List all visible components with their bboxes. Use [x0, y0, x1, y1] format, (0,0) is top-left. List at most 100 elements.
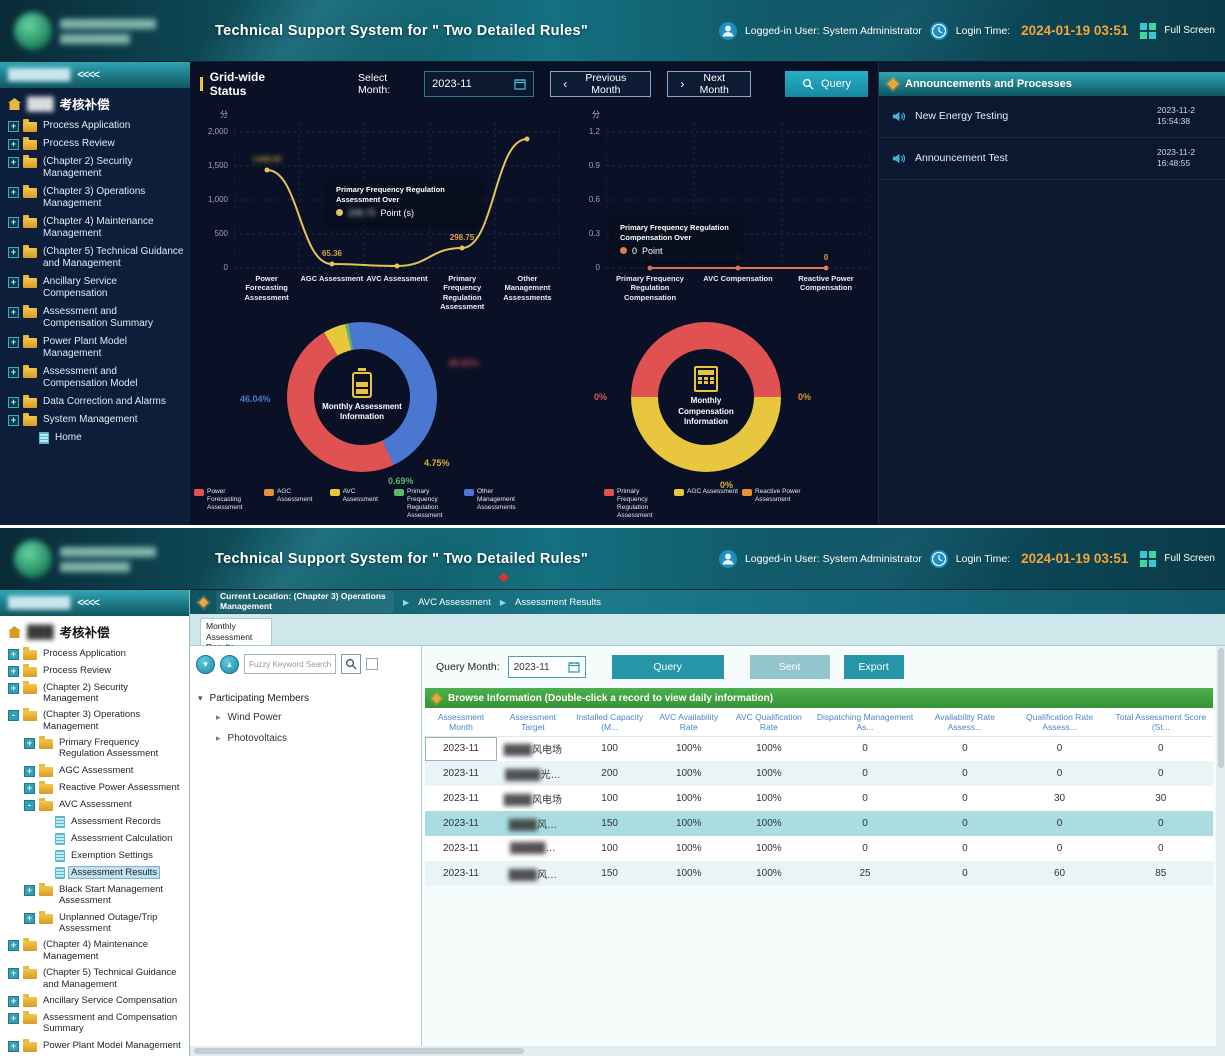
query-button[interactable]: Query: [785, 71, 868, 97]
expand-toggle-icon[interactable]: +: [8, 415, 19, 426]
next-month-button[interactable]: › Next Month: [667, 71, 751, 97]
tree-item[interactable]: + (Chapter 3) Operations Management: [0, 183, 190, 213]
tree-item[interactable]: + Assessment and Compensation Summary: [0, 303, 190, 333]
tree-item[interactable]: + Assessment and Compensation Model: [0, 363, 190, 393]
legend-item[interactable]: Other Management Assessments: [464, 488, 530, 512]
table-row[interactable]: 2023-11 ████风… 150 100% 100% 25 0 60: [425, 861, 1213, 886]
tree-item[interactable]: + Power Plant Model Management: [0, 333, 190, 363]
tree-item[interactable]: Home: [0, 429, 190, 447]
breadcrumb-avc-assessment[interactable]: AVC Assessment: [418, 597, 491, 608]
tree-item[interactable]: + (Chapter 4) Maintenance Management: [0, 213, 190, 243]
tree-item[interactable]: + Process Review: [0, 135, 190, 153]
tree-item[interactable]: + (Chapter 2) Security Management: [0, 679, 189, 707]
expand-toggle-icon[interactable]: +: [8, 139, 19, 150]
announcement-item[interactable]: New Energy Testing 2023-11-2 15:54:38: [879, 96, 1225, 138]
expand-toggle-icon[interactable]: -: [8, 710, 19, 721]
legend-item[interactable]: Power Forecasting Assessment: [194, 488, 260, 512]
tree-item[interactable]: + (Chapter 2) Security Management: [0, 153, 190, 183]
fullscreen-icon[interactable]: [1139, 22, 1157, 40]
legend-item[interactable]: AGC Assessment: [674, 488, 738, 496]
tree-item[interactable]: + Black Start Management Assessment: [0, 881, 189, 909]
expand-toggle-icon[interactable]: +: [8, 367, 19, 378]
members-tree-item[interactable]: ▸ Wind Power: [196, 707, 415, 728]
expand-toggle-icon[interactable]: +: [8, 337, 19, 348]
collapse-all-button[interactable]: ▾: [196, 655, 215, 674]
expand-toggle-icon[interactable]: +: [8, 1013, 19, 1024]
tree-item[interactable]: Exemption Settings: [0, 847, 189, 864]
collapse-arrows-icon[interactable]: <<<<: [77, 597, 99, 609]
tree-item[interactable]: + (Chapter 4) Maintenance Management: [0, 937, 189, 965]
legend-item[interactable]: AVC Assessment: [330, 488, 390, 504]
table-row[interactable]: 2023-11 ████风电场 100 100% 100% 0 0 30: [425, 786, 1213, 811]
search-button[interactable]: [341, 654, 361, 674]
expand-all-button[interactable]: ▴: [220, 655, 239, 674]
tree-item[interactable]: + Data Correction and Alarms: [0, 393, 190, 411]
fullscreen-label[interactable]: Full Screen: [1164, 553, 1215, 564]
tree-item[interactable]: Assessment Records: [0, 813, 189, 830]
collapse-arrows-icon[interactable]: <<<<: [77, 69, 99, 81]
table-row[interactable]: 2023-11 ████风… 150 100% 100% 0 0 0: [425, 811, 1213, 836]
legend-item[interactable]: Primary Frequency Regulation Assessment: [604, 488, 670, 521]
tree-item[interactable]: + Process Review: [0, 662, 189, 679]
previous-month-button[interactable]: ‹ Previous Month: [550, 71, 651, 97]
legend-item[interactable]: Primary Frequency Regulation Assessment: [394, 488, 460, 521]
expand-toggle-icon[interactable]: +: [8, 666, 19, 677]
expand-toggle-icon[interactable]: +: [8, 940, 19, 951]
expand-toggle-icon[interactable]: +: [8, 996, 19, 1007]
expand-toggle-icon[interactable]: +: [8, 307, 19, 318]
expand-toggle-icon[interactable]: -: [24, 800, 35, 811]
tree-item[interactable]: + System Management: [0, 411, 190, 429]
tree-item[interactable]: - AVC Assessment: [0, 796, 189, 813]
tree-item[interactable]: + Ancillary Service Compensation: [0, 273, 190, 303]
tree-item[interactable]: + Unplanned Outage/Trip Assessment: [0, 909, 189, 937]
legend-item[interactable]: AGC Assessment: [264, 488, 326, 504]
query-month-picker[interactable]: 2023-11: [508, 656, 586, 678]
expand-toggle-icon[interactable]: +: [8, 121, 19, 132]
expand-toggle-icon[interactable]: +: [24, 766, 35, 777]
month-picker[interactable]: 2023-11: [424, 71, 534, 97]
tree-item[interactable]: + Ancillary Service Compensation: [0, 992, 189, 1009]
table-row[interactable]: 2023-11 ████风电场 100 100% 100% 0 0 0: [425, 736, 1213, 761]
legend-item[interactable]: Reactive Power Assessment: [742, 488, 808, 504]
members-tree-root[interactable]: ▾ Participating Members: [196, 690, 415, 707]
expand-toggle-icon[interactable]: +: [24, 913, 35, 924]
expand-toggle-icon[interactable]: +: [24, 738, 35, 749]
horizontal-scrollbar[interactable]: [190, 1046, 1225, 1056]
breadcrumb-assessment-results[interactable]: Assessment Results: [515, 597, 601, 608]
sidebar-root-item[interactable]: ███ 考核补偿: [0, 88, 190, 117]
expand-toggle-icon[interactable]: +: [24, 885, 35, 896]
expand-toggle-icon[interactable]: +: [8, 397, 19, 408]
tree-item[interactable]: + Power Plant Model Management: [0, 1037, 189, 1054]
tree-item[interactable]: + AGC Assessment: [0, 762, 189, 779]
fuzzy-search-input[interactable]: [244, 654, 336, 674]
table-row[interactable]: 2023-11 █████… 100 100% 100% 0 0 0: [425, 836, 1213, 861]
members-tree-item[interactable]: ▸ Photovoltaics: [196, 728, 415, 749]
table-row[interactable]: 2023-11 █████光… 200 100% 100% 0 0 0: [425, 761, 1213, 786]
tree-item[interactable]: + Reactive Power Assessment: [0, 779, 189, 796]
tree-item[interactable]: + (Chapter 5) Technical Guidance and Man…: [0, 243, 190, 273]
tree-item[interactable]: + Process Application: [0, 645, 189, 662]
expand-toggle-icon[interactable]: +: [8, 217, 19, 228]
tab-monthly-assessment-results[interactable]: Monthly Assessment Results: [200, 618, 272, 645]
sidebar-root-item[interactable]: ███ 考核补偿: [0, 616, 189, 645]
tree-item[interactable]: Assessment Calculation: [0, 830, 189, 847]
tree-item[interactable]: + Assessment and Compensation Summary: [0, 1009, 189, 1037]
query-button[interactable]: Query: [612, 655, 724, 679]
expand-toggle-icon[interactable]: +: [8, 157, 19, 168]
expand-toggle-icon[interactable]: +: [8, 649, 19, 660]
multi-select-checkbox[interactable]: [366, 658, 378, 670]
expand-toggle-icon[interactable]: +: [24, 783, 35, 794]
sent-button[interactable]: Sent: [750, 655, 830, 679]
tree-item[interactable]: + Primary Frequency Regulation Assessmen…: [0, 735, 189, 763]
expand-toggle-icon[interactable]: +: [8, 247, 19, 258]
tree-item[interactable]: + (Chapter 5) Technical Guidance and Man…: [0, 965, 189, 993]
fullscreen-label[interactable]: Full Screen: [1164, 25, 1215, 36]
export-button[interactable]: Export: [844, 655, 904, 679]
vertical-scrollbar[interactable]: [1216, 646, 1225, 1046]
expand-toggle-icon[interactable]: +: [8, 187, 19, 198]
tree-item[interactable]: - (Chapter 3) Operations Management: [0, 707, 189, 735]
expand-toggle-icon[interactable]: +: [8, 683, 19, 694]
expand-toggle-icon[interactable]: +: [8, 277, 19, 288]
expand-toggle-icon[interactable]: +: [8, 968, 19, 979]
tree-item[interactable]: + Process Application: [0, 117, 190, 135]
